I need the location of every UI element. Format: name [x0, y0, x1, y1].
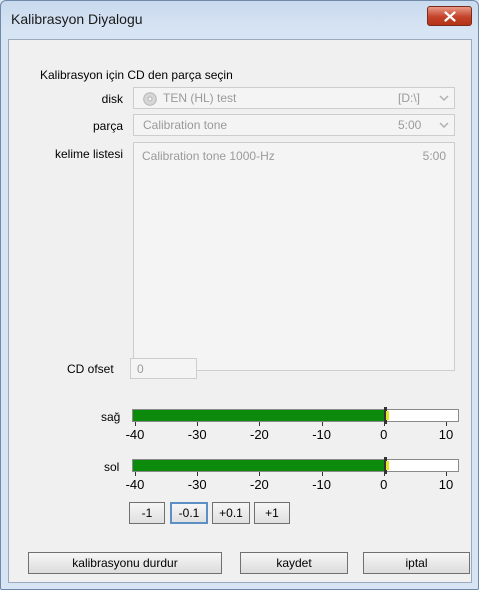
list-item-title: Calibration tone 1000-Hz — [142, 149, 275, 163]
scale-tick — [135, 472, 136, 476]
scale-tick — [321, 472, 323, 476]
right-meter-scale: -40 -30 -20 -10 0 10 — [126, 422, 459, 452]
scale-tick — [259, 472, 261, 476]
cancel-button[interactable]: iptal — [363, 552, 470, 574]
track-label: parça — [92, 119, 123, 133]
step-plus-1-button[interactable]: +1 — [254, 502, 290, 524]
disk-value: TEN (HL) test — [163, 91, 237, 105]
scale-tick — [197, 422, 199, 426]
scale-tick-label: 0 — [380, 477, 388, 492]
scale-tick — [446, 422, 447, 426]
scale-tick-label: -20 — [249, 427, 269, 442]
cd-disc-icon — [143, 92, 157, 106]
right-level-fill — [133, 410, 384, 421]
word-list-box[interactable]: Calibration tone 1000-Hz 5:00 — [133, 142, 455, 371]
right-meter-label: sağ — [101, 410, 121, 424]
scale-tick-label: -10 — [312, 477, 331, 492]
list-item-duration: 5:00 — [422, 149, 446, 163]
scale-tick-label: -30 — [187, 427, 207, 442]
scale-tick — [383, 422, 385, 426]
window-title: Kalibrasyon Diyalogu — [11, 11, 143, 27]
disk-select[interactable]: TEN (HL) test [D:\] — [133, 87, 455, 109]
stop-calibration-button[interactable]: kalibrasyonu durdur — [28, 552, 222, 574]
track-value: Calibration tone — [143, 118, 228, 132]
track-select[interactable]: Calibration tone 5:00 — [133, 114, 455, 136]
dialog-content: Kalibrasyon için CD den parça seçin disk… — [8, 39, 472, 583]
scale-tick-label: 10 — [438, 427, 454, 442]
right-peak-indicator — [385, 411, 389, 420]
close-button[interactable] — [427, 6, 472, 26]
scale-tick-label: -30 — [187, 477, 207, 492]
left-meter-scale: -40 -30 -20 -10 0 10 — [126, 472, 459, 502]
disk-drive: [D:\] — [398, 91, 421, 105]
step-plus-0-1-button[interactable]: +0.1 — [212, 502, 250, 524]
dialog-window: Kalibrasyon Diyalogu Kalibrasyon için CD… — [0, 0, 479, 590]
scale-tick-label: -40 — [125, 427, 145, 442]
right-level-meter — [132, 407, 459, 424]
disk-label: disk — [101, 92, 123, 106]
list-item[interactable]: Calibration tone 1000-Hz 5:00 — [134, 143, 454, 165]
left-level-meter — [132, 457, 459, 474]
scale-tick-label: -40 — [125, 477, 145, 492]
chevron-down-icon — [439, 122, 449, 129]
scale-tick — [321, 422, 323, 426]
left-level-fill — [133, 460, 384, 471]
track-duration: 5:00 — [398, 118, 422, 132]
scale-tick — [383, 472, 385, 476]
save-button[interactable]: kaydet — [240, 552, 348, 574]
scale-tick — [259, 422, 261, 426]
left-peak-indicator — [385, 461, 389, 470]
chevron-down-icon — [439, 95, 449, 102]
scale-tick — [135, 422, 136, 426]
scale-tick-label: 0 — [380, 427, 388, 442]
step-minus-0-1-button[interactable]: -0.1 — [170, 502, 208, 524]
instruction-label: Kalibrasyon için CD den parça seçin — [40, 68, 233, 82]
cd-offset-input[interactable]: 0 — [130, 358, 197, 379]
scale-tick-label: -20 — [249, 477, 269, 492]
scale-tick-label: 10 — [438, 477, 454, 492]
left-meter-label: sol — [104, 460, 120, 474]
scale-tick — [446, 472, 447, 476]
close-icon — [443, 10, 456, 22]
scale-tick — [197, 472, 199, 476]
title-bar[interactable]: Kalibrasyon Diyalogu — [1, 1, 479, 39]
scale-tick-label: -10 — [312, 427, 331, 442]
cd-offset-label: CD ofset — [67, 362, 114, 376]
step-minus-1-button[interactable]: -1 — [129, 502, 165, 524]
word-list-label: kelime listesi — [54, 147, 123, 161]
